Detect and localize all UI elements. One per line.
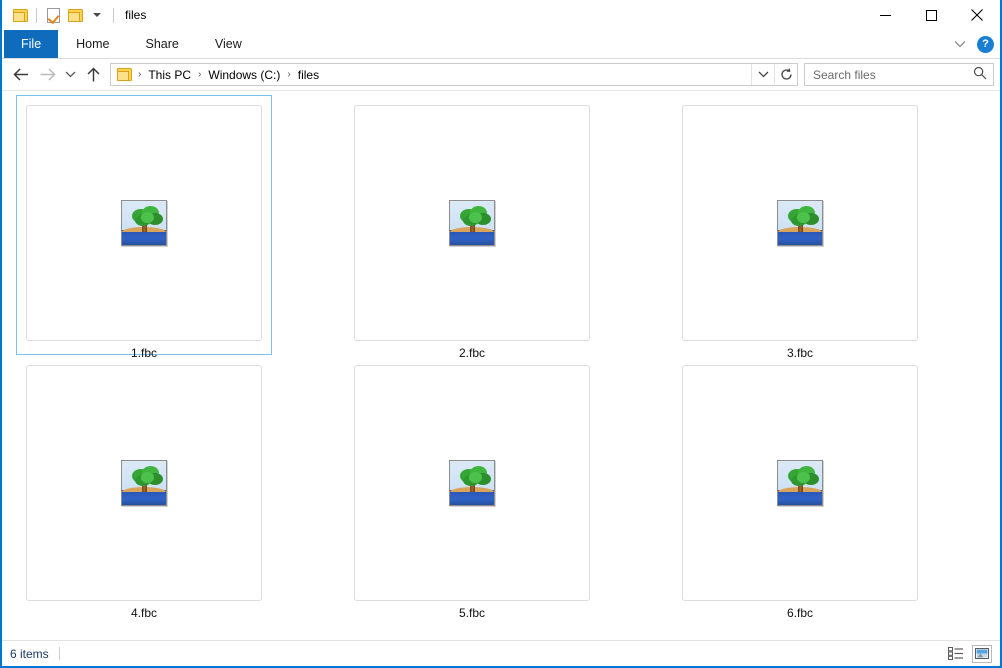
search-input[interactable] (811, 67, 973, 83)
breadcrumb-separator-0[interactable]: › (134, 70, 145, 80)
file-item-1[interactable]: 1.fbc (16, 95, 272, 355)
file-name-5: 5.fbc (354, 606, 590, 620)
up-button[interactable] (80, 62, 106, 88)
file-item-3[interactable]: 3.fbc (672, 95, 928, 355)
status-bar: 6 items (2, 640, 1000, 666)
search-box[interactable] (804, 63, 994, 86)
view-mode-buttons (946, 645, 992, 663)
search-icon[interactable] (973, 66, 987, 83)
file-thumbnail-6 (682, 365, 918, 601)
file-thumbnail-1 (26, 105, 262, 341)
forward-button[interactable] (34, 62, 60, 88)
file-item-4[interactable]: 4.fbc (16, 355, 272, 615)
recent-locations-chevron-down-icon[interactable] (60, 62, 80, 88)
new-folder-icon[interactable] (64, 4, 86, 26)
tab-share[interactable]: Share (128, 30, 197, 58)
ribbon-tab-bar: File Home Share View ? (2, 30, 1000, 59)
tab-view[interactable]: View (197, 30, 260, 58)
help-icon[interactable]: ? (977, 36, 994, 53)
status-separator (59, 647, 60, 660)
breadcrumb-separator-2[interactable]: › (283, 70, 294, 80)
explorer-window: files File Home Share View ? (0, 0, 1002, 668)
picture-file-icon (121, 200, 167, 246)
file-name-6: 6.fbc (682, 606, 918, 620)
title-bar: files (2, 0, 1000, 30)
file-thumbnail-2 (354, 105, 590, 341)
tab-home[interactable]: Home (58, 30, 127, 58)
picture-file-icon (777, 200, 823, 246)
back-button[interactable] (8, 62, 34, 88)
details-view-button[interactable] (946, 645, 966, 663)
maximize-button[interactable] (908, 0, 954, 30)
file-list-view[interactable]: 1.fbc 2.fbc (2, 90, 1000, 644)
qat-separator-1 (36, 8, 37, 23)
file-item-2[interactable]: 2.fbc (344, 95, 600, 355)
refresh-icon[interactable] (774, 64, 797, 85)
ribbon-right-controls: ? (953, 30, 994, 58)
properties-icon[interactable] (42, 4, 64, 26)
file-item-5[interactable]: 5.fbc (344, 355, 600, 615)
minimize-button[interactable] (862, 0, 908, 30)
picture-file-icon (449, 460, 495, 506)
qat-separator-2 (113, 8, 114, 23)
item-count-label: 6 items (10, 647, 49, 661)
file-thumbnail-3 (682, 105, 918, 341)
file-thumbnail-4 (26, 365, 262, 601)
breadcrumb-bar[interactable]: › This PC › Windows (C:) › files (110, 63, 798, 86)
window-title: files (125, 8, 146, 22)
breadcrumb-item-windows-c[interactable]: Windows (C:) (205, 68, 283, 82)
close-button[interactable] (954, 0, 1000, 30)
breadcrumb-separator-1[interactable]: › (194, 70, 205, 80)
address-bar: › This PC › Windows (C:) › files (2, 59, 1000, 90)
large-icons-view-button[interactable] (972, 645, 992, 663)
quick-access-toolbar: files (2, 0, 146, 30)
breadcrumb-folder-icon (117, 68, 132, 81)
window-controls (862, 0, 1000, 30)
breadcrumb-item-files[interactable]: files (295, 68, 322, 82)
file-name-4: 4.fbc (26, 606, 262, 620)
picture-file-icon (449, 200, 495, 246)
file-thumbnail-5 (354, 365, 590, 601)
folder-icon[interactable] (9, 4, 31, 26)
expand-ribbon-chevron-down-icon[interactable] (953, 37, 967, 51)
picture-file-icon (777, 460, 823, 506)
tab-file[interactable]: File (4, 30, 58, 58)
picture-file-icon (121, 460, 167, 506)
customize-quick-access-chevron-down-icon[interactable] (86, 4, 108, 26)
breadcrumb: › This PC › Windows (C:) › files (111, 64, 751, 85)
file-item-6[interactable]: 6.fbc (672, 355, 928, 615)
address-dropdown-chevron-down-icon[interactable] (751, 64, 774, 85)
breadcrumb-item-this-pc[interactable]: This PC (145, 68, 194, 82)
